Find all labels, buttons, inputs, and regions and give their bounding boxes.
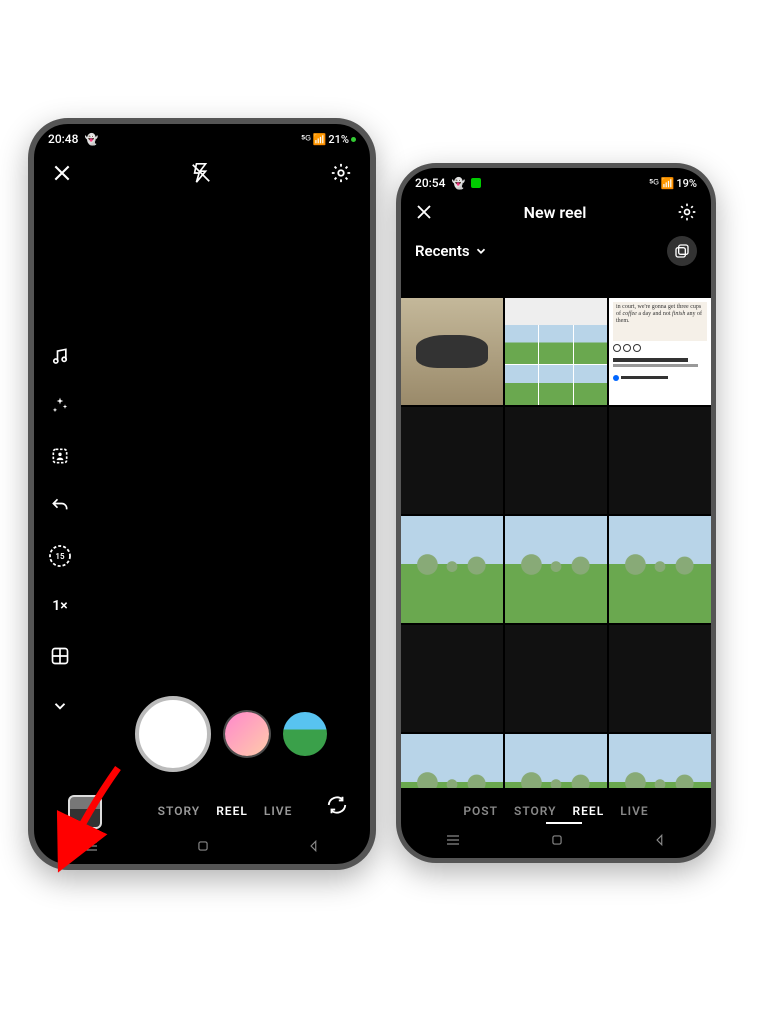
green-screen-icon[interactable] <box>48 444 72 468</box>
timer-icon[interactable]: 15 <box>48 544 72 568</box>
gallery-thumbnail[interactable] <box>609 625 711 732</box>
home-icon[interactable] <box>550 833 564 847</box>
gallery-thumbnail[interactable] <box>505 298 607 405</box>
signal-icon: 📶 <box>313 133 327 146</box>
gallery-thumbnail[interactable] <box>401 298 503 405</box>
phone-camera-screen: 20:48 👻 ⁵ᴳ 📶 21% 15 1× <box>28 118 376 870</box>
gallery-thumbnail[interactable] <box>401 734 503 788</box>
gallery-thumbnail[interactable] <box>609 734 711 788</box>
status-bar: 20:48 👻 ⁵ᴳ 📶 21% <box>34 124 370 150</box>
chevron-down-icon <box>474 244 488 258</box>
status-time: 20:54 <box>415 176 445 190</box>
battery-text: 21% <box>328 133 349 146</box>
gallery-thumbnail[interactable] <box>505 516 607 623</box>
settings-icon[interactable] <box>677 202 697 222</box>
mode-reel[interactable]: REEL <box>216 804 248 818</box>
page-title: New reel <box>524 203 587 222</box>
capture-row <box>34 696 370 772</box>
close-icon[interactable] <box>415 203 433 221</box>
back-icon[interactable] <box>307 839 321 853</box>
home-icon[interactable] <box>196 839 210 853</box>
album-dropdown[interactable]: Recents <box>415 242 488 260</box>
gallery-thumbnail[interactable] <box>505 734 607 788</box>
battery-text: 19% <box>676 177 697 190</box>
multi-select-button[interactable] <box>667 236 697 266</box>
title-bar: New reel <box>401 194 711 230</box>
gallery-thumbnail[interactable] <box>505 625 607 732</box>
recent-apps-icon[interactable] <box>83 838 99 854</box>
effect-thumbnail-2[interactable] <box>283 712 327 756</box>
switch-camera-icon[interactable] <box>326 794 348 820</box>
gallery-thumbnail[interactable] <box>401 516 503 623</box>
multi-select-icon <box>674 243 690 259</box>
gallery-thumbnail[interactable] <box>401 407 503 514</box>
mode-post[interactable]: POST <box>463 804 498 818</box>
effect-thumbnail-1[interactable] <box>225 712 269 756</box>
gallery-thumbnail[interactable] <box>609 516 711 623</box>
back-icon[interactable] <box>653 833 667 847</box>
zoom-level[interactable]: 1× <box>48 594 72 618</box>
status-bar: 20:54 👻 ⁵ᴳ 📶 19% <box>401 168 711 194</box>
phone-gallery-screen: 20:54 👻 ⁵ᴳ 📶 19% New reel Recents <box>396 163 716 863</box>
gallery-thumbnail[interactable] <box>401 625 503 732</box>
mode-bar: POST STORY REEL LIVE <box>401 804 711 818</box>
mode-bar: STORY REEL LIVE <box>34 804 370 818</box>
svg-text:15: 15 <box>55 552 65 561</box>
audio-icon[interactable] <box>48 344 72 368</box>
snapchat-icon: 👻 <box>451 177 465 190</box>
network-indicator: ⁵ᴳ <box>301 133 311 146</box>
undo-icon[interactable] <box>48 494 72 518</box>
effects-icon[interactable] <box>48 394 72 418</box>
recent-apps-icon[interactable] <box>445 832 461 848</box>
status-time: 20:48 <box>48 132 78 146</box>
flash-off-icon[interactable] <box>190 162 212 184</box>
charging-dot-icon <box>351 137 356 142</box>
app-notification-icon <box>471 178 481 188</box>
close-icon[interactable] <box>52 163 72 183</box>
mode-live[interactable]: LIVE <box>620 804 649 818</box>
gallery-thumbnail[interactable] <box>609 407 711 514</box>
layout-icon[interactable] <box>48 644 72 668</box>
mode-reel[interactable]: REEL <box>573 804 605 818</box>
signal-icon: 📶 <box>661 177 675 190</box>
settings-icon[interactable] <box>330 162 352 184</box>
android-nav-bar <box>34 838 370 854</box>
network-indicator: ⁵ᴳ <box>649 177 659 190</box>
mode-story[interactable]: STORY <box>158 804 201 818</box>
gallery-thumbnail[interactable]: in court, we're gonna get three cups of … <box>609 298 711 405</box>
album-selector-row: Recents <box>401 230 711 274</box>
shutter-button[interactable] <box>135 696 211 772</box>
gallery-thumbnail[interactable] <box>505 407 607 514</box>
camera-top-controls <box>34 150 370 192</box>
mode-story[interactable]: STORY <box>514 804 557 818</box>
gallery-grid: in court, we're gonna get three cups of … <box>401 298 711 788</box>
camera-side-toolbar: 15 1× <box>48 344 72 718</box>
snapchat-icon: 👻 <box>84 133 98 146</box>
mode-live[interactable]: LIVE <box>264 804 293 818</box>
android-nav-bar <box>401 832 711 848</box>
